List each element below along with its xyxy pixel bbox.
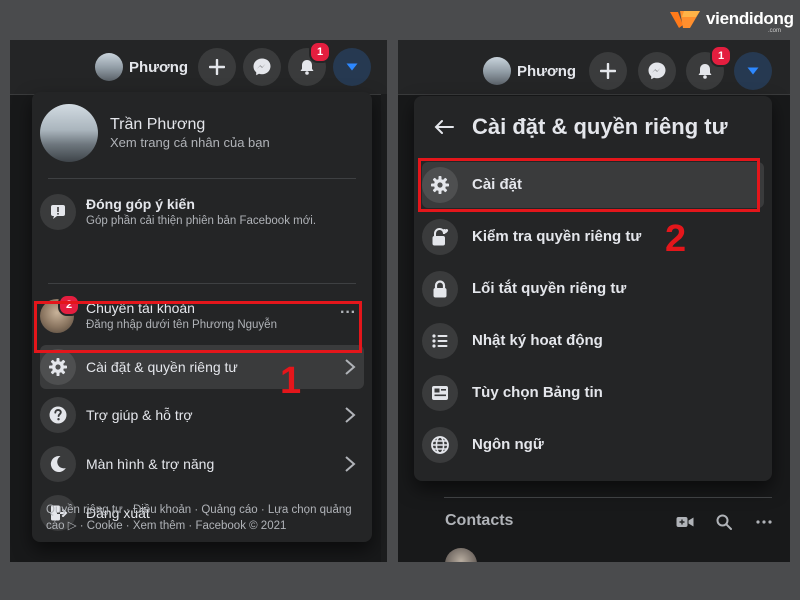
account-menu-button[interactable]: [333, 48, 371, 86]
privacy-checkup-label: Kiểm tra quyền riêng tư: [472, 228, 642, 245]
avatar: [483, 57, 511, 85]
messenger-icon: [253, 58, 271, 76]
video-call-icon[interactable]: [676, 515, 694, 529]
help-support-item[interactable]: Trợ giúp & hỗ trợ: [40, 393, 364, 437]
display-accessibility-label: Màn hình & trợ năng: [86, 456, 215, 472]
plus-icon: [600, 63, 616, 79]
settings-privacy-submenu: Cài đặt & quyền riêng tư Cài đặt Kiểm tr…: [414, 96, 772, 481]
feedback-icon: [40, 194, 76, 230]
avatar: [95, 53, 123, 81]
news-feed-preferences-item[interactable]: Tùy chọn Bảng tin: [422, 370, 764, 416]
feedback-title: Đóng góp ý kiến: [86, 196, 195, 212]
profile-link[interactable]: Trần Phương Xem trang cá nhân của bạn: [40, 100, 364, 166]
create-button[interactable]: [198, 48, 236, 86]
messenger-icon: [648, 62, 666, 80]
activity-log-item[interactable]: Nhật ký hoạt động: [422, 318, 764, 364]
chevron-right-icon: [345, 456, 356, 472]
brand-logo: viendidong .com: [668, 6, 798, 34]
privacy-shortcuts-label: Lối tắt quyền riêng tư: [472, 280, 627, 297]
scrollbar[interactable]: [381, 94, 387, 562]
display-accessibility-item[interactable]: Màn hình & trợ năng: [40, 442, 364, 486]
notification-badge: 1: [710, 45, 732, 67]
profile-chip-name: Phương: [517, 62, 577, 80]
profile-subtitle: Xem trang cá nhân của bạn: [110, 135, 270, 150]
settings-privacy-label: Cài đặt & quyền riêng tư: [86, 359, 238, 375]
messenger-button[interactable]: [638, 52, 676, 90]
step-number: 1: [280, 360, 302, 402]
brand-logo-mark: [668, 8, 702, 30]
caret-down-icon: [747, 67, 759, 75]
help-icon: [40, 397, 76, 433]
give-feedback-item[interactable]: Đóng góp ý kiến Góp phần cải thiện phiên…: [40, 186, 364, 238]
annotation-highlight-box: [34, 301, 362, 353]
top-navigation-bar: Phương 1: [10, 40, 387, 95]
bell-icon: [698, 64, 712, 79]
divider: [48, 178, 356, 179]
news-feed-preferences-label: Tùy chọn Bảng tin: [472, 384, 603, 401]
lock-heart-icon: [422, 219, 458, 255]
lock-icon: [422, 271, 458, 307]
avatar[interactable]: [445, 548, 477, 562]
activity-log-label: Nhật ký hoạt động: [472, 332, 603, 349]
top-navigation-bar: Phương 1: [398, 40, 790, 95]
submenu-header: Cài đặt & quyền riêng tư: [434, 114, 728, 140]
list-icon: [422, 323, 458, 359]
caret-down-icon: [346, 63, 358, 71]
create-button[interactable]: [589, 52, 627, 90]
account-menu-button[interactable]: [734, 52, 772, 90]
right-screenshot-panel: Phương 1 Cài đặt & quyền riêng tư Cài đặ…: [398, 40, 790, 562]
privacy-checkup-item[interactable]: Kiểm tra quyền riêng tư: [422, 214, 764, 260]
feedback-subtitle: Góp phần cải thiện phiên bản Facebook mớ…: [86, 215, 317, 227]
news-feed-icon: [422, 375, 458, 411]
help-support-label: Trợ giúp & hỗ trợ: [86, 407, 193, 423]
chevron-right-icon: [345, 407, 356, 423]
globe-icon: [422, 427, 458, 463]
divider: [48, 283, 356, 284]
step-number: 2: [665, 218, 687, 260]
plus-icon: [209, 59, 225, 75]
brand-domain: .com: [768, 28, 782, 34]
divider: [444, 497, 772, 498]
notification-badge: 1: [309, 41, 331, 63]
annotation-highlight-box: [418, 158, 760, 212]
privacy-shortcuts-item[interactable]: Lối tắt quyền riêng tư: [422, 266, 764, 312]
profile-chip-name: Phương: [129, 58, 189, 76]
search-icon[interactable]: [716, 514, 732, 530]
language-item[interactable]: Ngôn ngữ: [422, 422, 764, 468]
contacts-heading: Contacts: [445, 512, 514, 529]
profile-name: Trần Phương: [110, 116, 206, 133]
language-label: Ngôn ngữ: [472, 436, 544, 453]
more-options-icon[interactable]: [756, 520, 772, 524]
messenger-button[interactable]: [243, 48, 281, 86]
chevron-right-icon: [345, 359, 356, 375]
footer-links[interactable]: Quyền riêng tư · Điều khoản · Quảng cáo …: [46, 502, 358, 534]
avatar: [40, 104, 98, 162]
profile-chip[interactable]: Phương: [92, 50, 188, 84]
brand-name: viendidong: [706, 9, 794, 28]
moon-icon: [40, 446, 76, 482]
submenu-title: Cài đặt & quyền riêng tư: [472, 114, 728, 139]
profile-chip[interactable]: Phương: [480, 54, 576, 88]
gear-icon: [40, 349, 76, 385]
back-arrow-icon[interactable]: [434, 119, 454, 135]
